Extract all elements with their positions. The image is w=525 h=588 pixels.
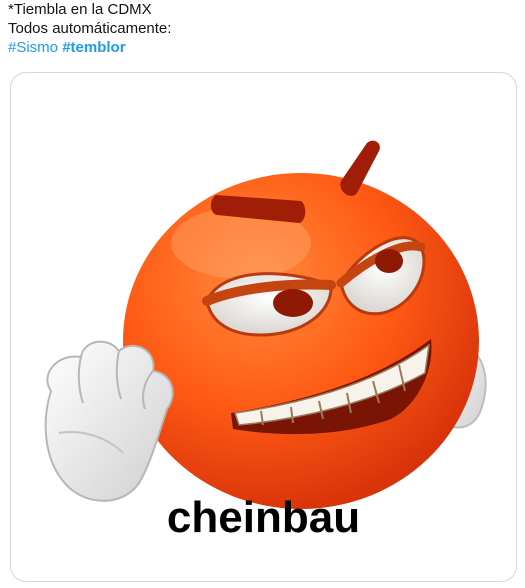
- hashtag-sismo[interactable]: #Sismo: [8, 39, 58, 56]
- left-fist-icon: [44, 340, 174, 502]
- tweet-media[interactable]: cheinbau: [10, 72, 517, 582]
- tweet: *Tiembla en la CDMX Todos automáticament…: [0, 0, 525, 588]
- emoji-face: [123, 173, 479, 509]
- tweet-text-line-1: *Tiembla en la CDMX: [8, 1, 152, 18]
- hashtag-temblor[interactable]: #temblor: [62, 39, 125, 56]
- tweet-text-line-2: Todos automáticamente:: [8, 20, 172, 37]
- hashtag-row: #Sismo #temblor: [8, 38, 171, 57]
- tweet-text: *Tiembla en la CDMX Todos automáticament…: [8, 0, 171, 57]
- meme-caption: cheinbau: [166, 493, 361, 542]
